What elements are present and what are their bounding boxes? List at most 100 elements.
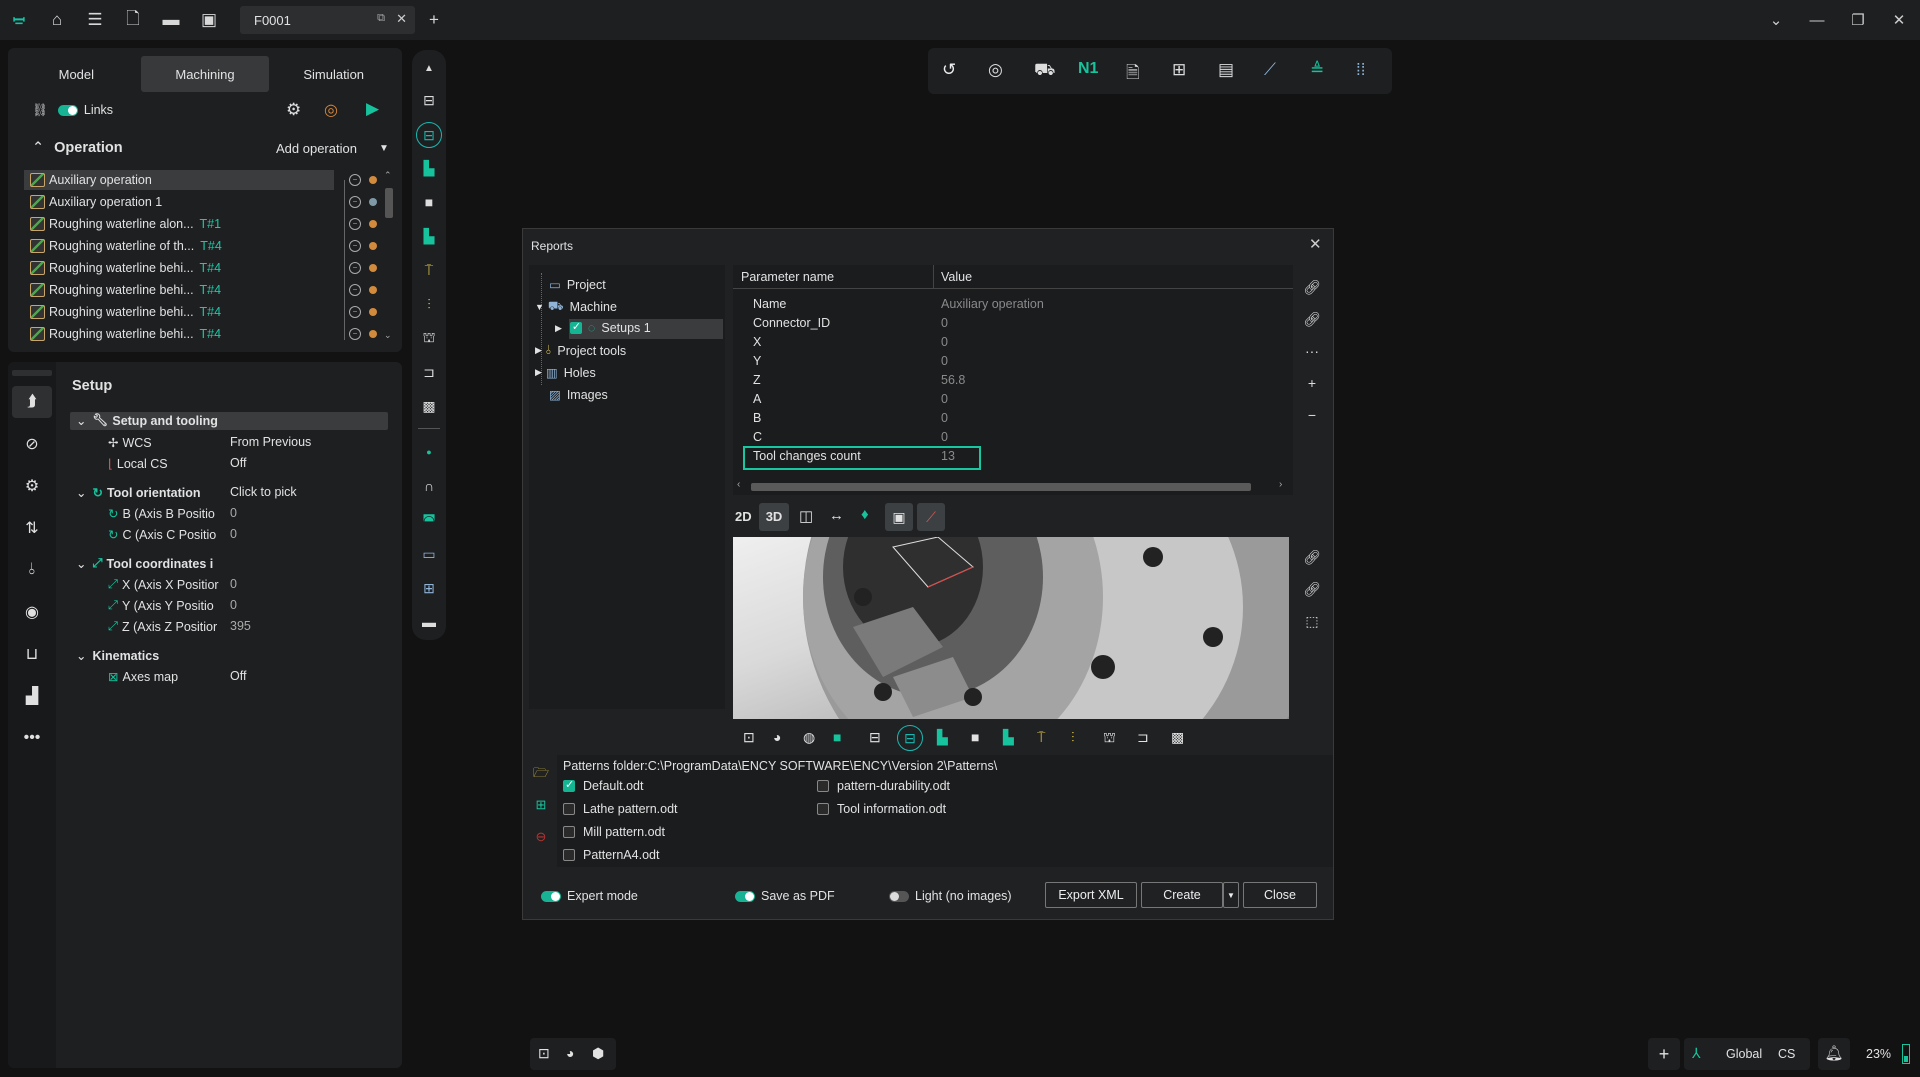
light-toggle[interactable]: [889, 890, 909, 902]
links-toggle[interactable]: [57, 104, 78, 116]
section-setup-tooling[interactable]: ⌄ 🔧︎ Setup and tooling: [76, 413, 218, 428]
list-item[interactable]: Roughing waterline alon... T#1: [30, 217, 221, 231]
scroll-up-icon[interactable]: ⌃: [384, 170, 392, 181]
pattern-item[interactable]: Tool information.odt: [817, 802, 946, 816]
tree-item-machine[interactable]: ▼ ⛟ Machine: [535, 299, 617, 315]
property-value[interactable]: 0: [230, 598, 237, 612]
visibility-icon[interactable]: −: [349, 218, 361, 230]
frame-icon[interactable]: ⊐: [1137, 729, 1149, 746]
expert-mode-toggle[interactable]: [541, 890, 561, 902]
close-button[interactable]: Close: [1243, 882, 1317, 908]
add-pattern-icon[interactable]: ⊞: [529, 789, 553, 821]
clamp-icon[interactable]: ⛫: [1103, 729, 1116, 748]
view-3d-button[interactable]: 3D: [759, 503, 789, 531]
chevron-down-icon[interactable]: ⌄: [1756, 0, 1796, 40]
shaded-icon[interactable]: ◕: [773, 729, 781, 745]
tool-icon[interactable]: ⫰: [12, 554, 52, 586]
property-z[interactable]: ⤢ Z (Axis Z Positior: [108, 619, 217, 634]
list-item[interactable]: Roughing waterline behi... T#4: [30, 327, 221, 341]
drill-icon[interactable]: ⫶: [414, 292, 444, 316]
pattern-item[interactable]: Lathe pattern.odt: [563, 802, 678, 816]
gear-icon[interactable]: ⚙: [286, 100, 301, 120]
property-x[interactable]: ⤢ X (Axis X Positior: [108, 577, 219, 592]
property-local-cs[interactable]: ⌊ Local CS: [108, 456, 168, 472]
pattern-checkbox[interactable]: [563, 826, 575, 838]
dropdown-arrow-icon[interactable]: ▼: [379, 143, 389, 154]
toolbox-icon[interactable]: ⊞: [1172, 60, 1186, 80]
add-icon[interactable]: +: [1299, 367, 1325, 399]
table-cell[interactable]: Y: [753, 352, 861, 371]
chat-icon[interactable]: ▬: [414, 610, 444, 634]
expand-icon[interactable]: ▶: [535, 367, 542, 378]
visibility-icon[interactable]: −: [349, 196, 361, 208]
chart-icon[interactable]: ⟋: [1264, 60, 1276, 80]
setups-checkbox[interactable]: [569, 320, 582, 334]
pattern-checkbox[interactable]: [817, 780, 829, 792]
tree-item-project[interactable]: ▭ Project: [549, 277, 606, 293]
visibility-icon[interactable]: −: [349, 262, 361, 274]
frame-icon[interactable]: ⊐: [414, 360, 444, 384]
unlink-icon[interactable]: 🔗︎: [1299, 303, 1325, 335]
tree-item-project-tools[interactable]: ▶ ⫰ Project tools: [535, 343, 626, 358]
remove-pattern-icon[interactable]: ⊖: [529, 821, 553, 853]
new-file-icon[interactable]: 🗋: [114, 0, 152, 40]
fit-view-icon[interactable]: ⊡: [743, 729, 755, 746]
open-folder-icon[interactable]: ▬: [152, 0, 190, 40]
list-item[interactable]: Roughing waterline of th... T#4: [30, 239, 222, 253]
property-value[interactable]: Off: [230, 456, 246, 470]
restore-icon[interactable]: ❐: [1838, 0, 1878, 40]
section-tool-coordinates[interactable]: ⌄ ⤢ Tool coordinates i: [76, 556, 213, 571]
pattern-checkbox[interactable]: [817, 803, 829, 815]
pattern-item[interactable]: pattern-durability.odt: [817, 779, 950, 793]
menu-icon[interactable]: ☰: [76, 0, 114, 40]
tree-item-holes[interactable]: ▶ ▥ Holes: [535, 365, 596, 381]
home-icon[interactable]: ⌂: [38, 0, 76, 40]
pattern-item[interactable]: Mill pattern.odt: [563, 825, 665, 839]
list-item[interactable]: Roughing waterline behi... T#4: [30, 261, 221, 275]
property-value[interactable]: From Previous: [230, 435, 311, 449]
tool-holder-icon[interactable]: ⍑: [1037, 729, 1045, 746]
sidebar-handle[interactable]: [12, 370, 52, 376]
remove-icon[interactable]: −: [1299, 399, 1325, 431]
collapse-icon[interactable]: ▼: [535, 302, 544, 312]
view-active-icon[interactable]: ⊟: [897, 725, 923, 751]
close-tab-icon[interactable]: ✕: [396, 11, 407, 27]
property-value[interactable]: 395: [230, 619, 251, 633]
link-icon[interactable]: 🔗︎: [1299, 271, 1325, 303]
fixture-icon[interactable]: ▙: [414, 224, 444, 248]
scroll-thumb[interactable]: [385, 188, 393, 218]
section-tool-orientation[interactable]: ⌄ ↻ Tool orientation: [76, 485, 200, 501]
model-preview[interactable]: [733, 537, 1289, 719]
chevron-down-icon[interactable]: ⌄: [76, 485, 86, 500]
grid-icon[interactable]: ⊞: [414, 576, 444, 600]
list-item[interactable]: Roughing waterline behi... T#4: [30, 305, 221, 319]
column-header[interactable]: Value: [941, 270, 972, 284]
expand-icon[interactable]: ▶: [555, 323, 562, 334]
hatch-icon[interactable]: ▩: [414, 394, 444, 418]
property-b[interactable]: ↻ B (Axis B Positio: [108, 506, 215, 522]
shaded-icon[interactable]: ◕: [566, 1045, 574, 1061]
white-square-icon[interactable]: ■: [971, 729, 979, 745]
wireframe-icon[interactable]: ◍: [803, 729, 815, 746]
add-view-icon[interactable]: +: [1648, 1038, 1680, 1070]
drill-icon[interactable]: ⫶: [1071, 729, 1075, 746]
white-square-icon[interactable]: ■: [414, 190, 444, 214]
table-cell[interactable]: Connector_ID: [753, 314, 861, 333]
view-2d-button[interactable]: 2D: [735, 509, 752, 524]
view-front-icon[interactable]: ▣: [885, 503, 913, 531]
links-icon[interactable]: ⛓: [32, 103, 48, 118]
capture-icon[interactable]: ⬚: [1299, 605, 1325, 637]
expand-icon[interactable]: ▶: [535, 345, 542, 356]
fixture-icon[interactable]: ⊔: [12, 638, 52, 670]
surface-icon[interactable]: ◚: [414, 508, 444, 532]
add-operation-label[interactable]: Add operation: [276, 141, 357, 156]
tool-holder-icon[interactable]: ⍑: [414, 258, 444, 282]
minimize-icon[interactable]: —: [1797, 0, 1837, 40]
light-option[interactable]: Light (no images): [889, 889, 1012, 903]
machine-icon[interactable]: ⛟: [1034, 60, 1055, 82]
pin-icon[interactable]: ⧉: [377, 12, 385, 25]
visibility-icon[interactable]: −: [349, 284, 361, 296]
scroll-down-icon[interactable]: ⌄: [384, 330, 392, 341]
dots-grid-icon[interactable]: ⁞⁞: [1356, 60, 1365, 80]
tree-item-images[interactable]: ▨ Images: [549, 387, 608, 403]
